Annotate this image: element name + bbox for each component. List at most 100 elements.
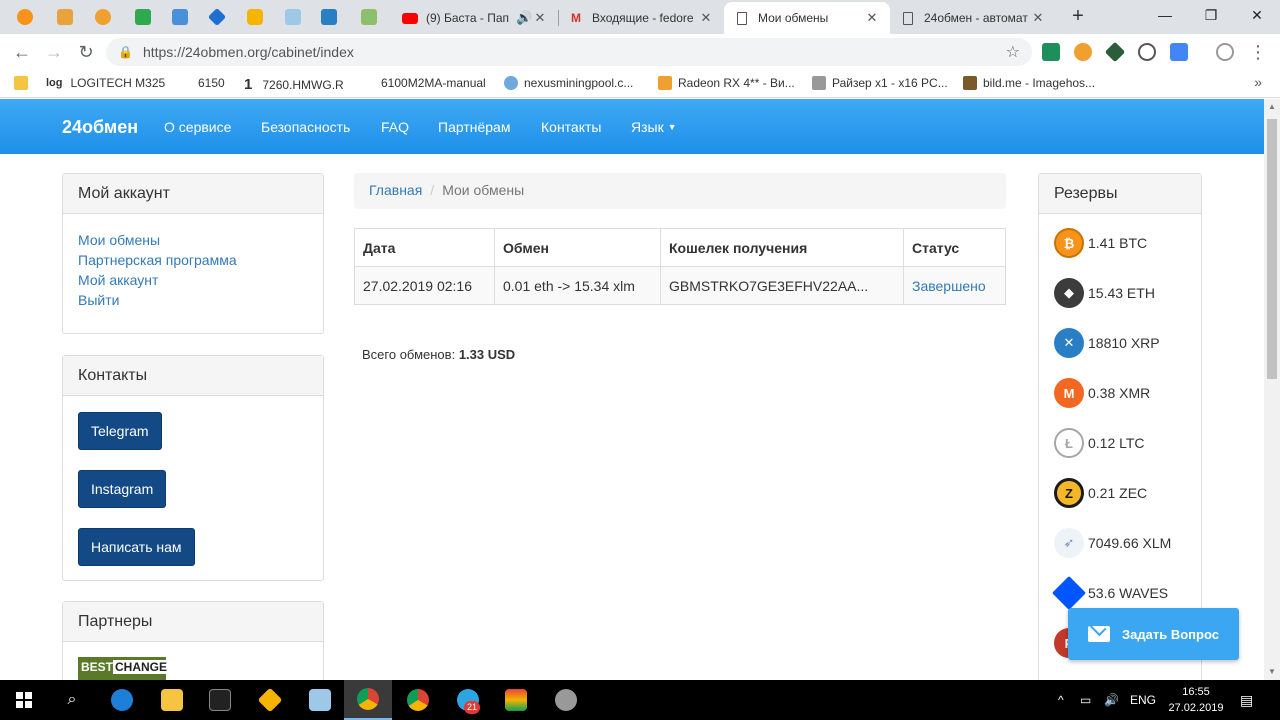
close-icon[interactable]: ✕	[1030, 10, 1046, 26]
bitcoin-icon	[17, 9, 33, 25]
scroll-down-icon[interactable]: ▼	[1264, 664, 1280, 680]
nav-security[interactable]: Безопасность	[261, 119, 350, 135]
taskbar-app[interactable]	[492, 680, 540, 720]
extension-icon[interactable]	[1042, 43, 1060, 61]
taskbar-clock[interactable]: 16:55 27.02.2019	[1168, 684, 1224, 716]
pinned-tab-7[interactable]	[240, 5, 270, 29]
address-bar[interactable]: 🔒 https://24obmen.org/cabinet/index ☆	[106, 38, 1032, 66]
bookmark-6100m2ma[interactable]: 6100M2MA-manual	[381, 76, 486, 90]
page-scrollbar[interactable]: ▲ ▼	[1264, 99, 1280, 680]
browser-tab-strip: (9) Баста - Пап 🔊 ✕ M Входящие - fedore …	[0, 0, 1280, 34]
bookmark-6150[interactable]: 6150	[198, 76, 225, 90]
scroll-up-icon[interactable]: ▲	[1264, 99, 1280, 115]
forward-arrow-icon[interactable]: →	[42, 40, 66, 64]
bookmark-7260[interactable]: 1 7260.HMWG.R	[244, 76, 344, 93]
tab-gmail[interactable]: M Входящие - fedore ✕	[558, 2, 724, 34]
waves-icon	[1052, 576, 1086, 610]
tab-my-exchanges[interactable]: Мои обмены ✕	[724, 2, 890, 34]
taskbar-chrome[interactable]	[344, 680, 392, 720]
volume-icon[interactable]: 🔊	[1104, 680, 1119, 720]
ask-question-button[interactable]: Задать Вопрос	[1068, 608, 1239, 660]
reload-icon[interactable]: ↻	[74, 40, 98, 64]
bookmark-radeon[interactable]: Radeon RX 4** - Ви...	[658, 76, 795, 90]
link-my-exchanges[interactable]: Мои обмены	[78, 232, 160, 248]
panel-title: Резервы	[1039, 174, 1201, 214]
pinned-tab-9[interactable]	[314, 5, 344, 29]
link-partner-program[interactable]: Партнерская программа	[78, 252, 237, 268]
extension-icon[interactable]	[1138, 43, 1156, 61]
scrollbar-thumb[interactable]	[1267, 119, 1277, 379]
column-header: Статус	[903, 228, 1006, 267]
nav-about[interactable]: О сервисе	[164, 119, 231, 135]
bestchange-logo[interactable]: BEST CHANGE	[78, 657, 170, 680]
pinned-tab-2[interactable]	[50, 5, 80, 29]
restore-button[interactable]: ❐	[1188, 0, 1234, 30]
menu-icon[interactable]: ⋮	[1246, 40, 1270, 64]
nav-contacts[interactable]: Контакты	[541, 119, 601, 135]
gmail-icon: M	[571, 11, 581, 25]
extension-icon[interactable]	[1104, 41, 1126, 63]
tray-chevron-icon[interactable]: ^	[1058, 680, 1064, 720]
panel-title: Партнеры	[63, 602, 323, 642]
close-window-button[interactable]: ✕	[1234, 0, 1280, 30]
pinned-tab-8[interactable]	[278, 5, 308, 29]
taskbar-app[interactable]	[246, 680, 294, 720]
tab-24obmen[interactable]: 24обмен - автомат ✕	[890, 2, 1056, 34]
close-icon[interactable]: ✕	[864, 10, 880, 26]
bookmark-bildme[interactable]: bild.me - Imagehos...	[963, 76, 1095, 90]
network-icon[interactable]: ▭	[1080, 680, 1091, 720]
translate-icon[interactable]	[1170, 43, 1188, 61]
nav-faq[interactable]: FAQ	[381, 119, 409, 135]
extension-icon[interactable]	[1074, 43, 1092, 61]
panel-title: Контакты	[63, 356, 323, 396]
write-us-button[interactable]: Написать нам	[78, 528, 195, 566]
tab-youtube[interactable]: (9) Баста - Пап 🔊 ✕	[392, 2, 558, 34]
minimize-button[interactable]: —	[1142, 0, 1188, 30]
page-viewport: 24обмен О сервисе Безопасность FAQ Партн…	[0, 99, 1264, 680]
site-brand[interactable]: 24обмен	[62, 117, 138, 138]
taskbar-chrome-2[interactable]	[394, 680, 442, 720]
taskbar-app[interactable]	[296, 680, 344, 720]
nav-partners[interactable]: Партнёрам	[438, 119, 510, 135]
cell-status-link[interactable]: Завершено	[903, 266, 1006, 305]
contacts-panel: Контакты Telegram Instagram Написать нам	[62, 355, 324, 581]
search-button[interactable]: ⌕	[48, 680, 96, 720]
taskbar-explorer[interactable]	[148, 680, 196, 720]
close-icon[interactable]: ✕	[698, 10, 714, 26]
taskbar-edge[interactable]	[98, 680, 146, 720]
taskbar-terminal[interactable]	[196, 680, 244, 720]
profile-icon[interactable]	[1216, 43, 1234, 61]
bookmark-nexusminingpool[interactable]: nexusminingpool.c...	[504, 76, 633, 90]
pinned-tab-3[interactable]	[88, 5, 118, 29]
speaker-icon[interactable]: 🔊	[516, 10, 532, 26]
pinned-tab-6[interactable]	[202, 5, 232, 29]
language-indicator[interactable]: ENG	[1130, 680, 1156, 720]
pinned-tab-4[interactable]	[128, 5, 158, 29]
close-icon[interactable]: ✕	[532, 10, 548, 26]
instagram-button[interactable]: Instagram	[78, 470, 167, 508]
link-logout[interactable]: Выйти	[78, 292, 119, 308]
nav-language[interactable]: Язык ▼	[631, 119, 677, 135]
notifications-icon[interactable]: ▤	[1240, 680, 1253, 720]
bookmark-folder-icon[interactable]	[14, 76, 34, 90]
bookmarks-more-icon[interactable]: »	[1254, 74, 1262, 90]
pinned-tab-10[interactable]	[354, 5, 384, 29]
start-button[interactable]	[0, 680, 48, 720]
bookmark-star-icon[interactable]: ☆	[1006, 42, 1020, 62]
bookmark-logitech[interactable]: log LOGITECH M325	[46, 76, 165, 90]
taskbar-telegram[interactable]: 21	[444, 680, 492, 720]
reserve-item: ◆ 15.43 ETH	[1054, 278, 1155, 308]
back-arrow-icon[interactable]: ←	[10, 40, 34, 64]
link-my-account[interactable]: Мой аккаунт	[78, 272, 158, 288]
site-navbar: 24обмен О сервисе Безопасность FAQ Партн…	[0, 99, 1264, 154]
panel-title: Мой аккаунт	[63, 174, 323, 214]
new-tab-button[interactable]: +	[1066, 5, 1090, 29]
taskbar-app[interactable]	[542, 680, 590, 720]
pinned-tab-5[interactable]	[165, 5, 195, 29]
telegram-button[interactable]: Telegram	[78, 412, 162, 450]
app-icon	[309, 689, 331, 711]
pinned-tab-bitcoin[interactable]	[10, 5, 40, 29]
breadcrumb-home[interactable]: Главная	[369, 182, 422, 198]
bookmark-riser[interactable]: Райзер x1 - x16 PC...	[812, 76, 948, 90]
app-icon	[57, 9, 73, 25]
